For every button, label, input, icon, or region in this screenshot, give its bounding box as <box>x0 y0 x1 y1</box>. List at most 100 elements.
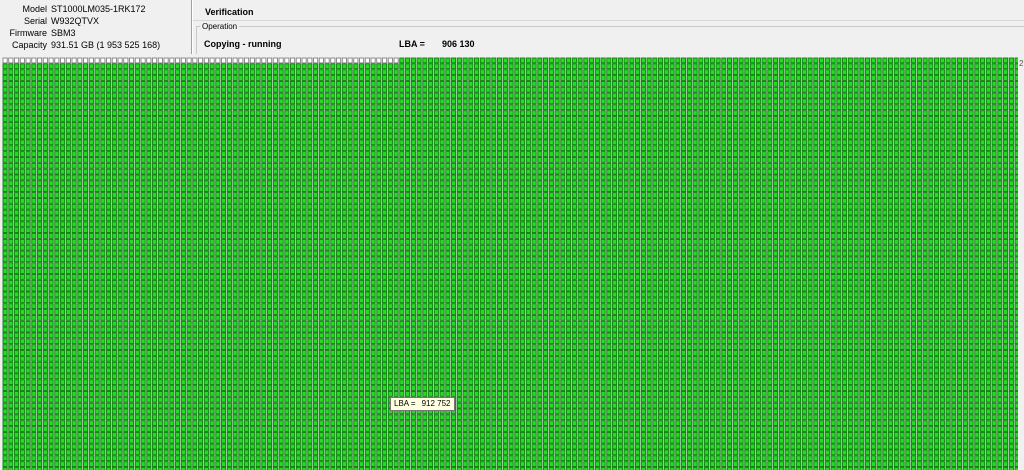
block-read-ok[interactable] <box>468 57 474 64</box>
block-read-ok[interactable] <box>675 139 681 146</box>
block-read-ok[interactable] <box>830 186 836 193</box>
block-read-ok[interactable] <box>77 139 83 146</box>
block-read-ok[interactable] <box>301 151 307 157</box>
block-read-ok[interactable] <box>353 104 359 111</box>
block-read-ok[interactable] <box>267 133 273 140</box>
block-read-ok[interactable] <box>882 174 888 181</box>
block-read-ok[interactable] <box>681 215 687 222</box>
block-read-ok[interactable] <box>606 162 612 169</box>
block-read-ok[interactable] <box>974 192 980 198</box>
block-read-ok[interactable] <box>824 80 830 87</box>
block-read-ok[interactable] <box>71 121 77 128</box>
block-read-ok[interactable] <box>502 197 508 204</box>
block-read-ok[interactable] <box>709 151 715 157</box>
block-read-ok[interactable] <box>508 174 514 181</box>
block-read-ok[interactable] <box>284 215 290 222</box>
block-read-ok[interactable] <box>445 209 451 216</box>
block-read-ok[interactable] <box>387 215 393 222</box>
block-read-ok[interactable] <box>65 75 71 81</box>
block-read-ok[interactable] <box>945 139 951 146</box>
block-read-ok[interactable] <box>508 116 514 122</box>
block-read-ok[interactable] <box>612 174 618 181</box>
block-read-ok[interactable] <box>836 186 842 193</box>
block-read-ok[interactable] <box>134 174 140 181</box>
block-read-ok[interactable] <box>767 127 773 134</box>
block-read-ok[interactable] <box>175 168 181 175</box>
block-read-ok[interactable] <box>1008 174 1014 181</box>
block-read-ok[interactable] <box>617 215 623 222</box>
block-read-ok[interactable] <box>750 168 756 175</box>
block-read-ok[interactable] <box>669 104 675 111</box>
block-read-ok[interactable] <box>698 192 704 198</box>
block-read-ok[interactable] <box>445 92 451 99</box>
block-read-ok[interactable] <box>364 116 370 122</box>
block-read-ok[interactable] <box>261 116 267 122</box>
block-read-ok[interactable] <box>152 145 158 152</box>
block-read-ok[interactable] <box>439 104 445 111</box>
block-read-ok[interactable] <box>635 92 641 99</box>
block-read-ok[interactable] <box>709 110 715 117</box>
block-read-ok[interactable] <box>238 197 244 204</box>
block-read-ok[interactable] <box>255 151 261 157</box>
block-read-ok[interactable] <box>732 127 738 134</box>
block-read-ok[interactable] <box>594 151 600 157</box>
block-read-ok[interactable] <box>474 174 480 181</box>
block-read-ok[interactable] <box>54 180 60 187</box>
block-read-ok[interactable] <box>669 156 675 163</box>
block-read-ok[interactable] <box>934 203 940 210</box>
block-read-ok[interactable] <box>456 156 462 163</box>
block-read-ok[interactable] <box>370 209 376 216</box>
block-read-ok[interactable] <box>635 75 641 81</box>
block-read-ok[interactable] <box>865 162 871 169</box>
block-read-ok[interactable] <box>244 197 250 204</box>
block-read-ok[interactable] <box>416 86 422 93</box>
block-read-ok[interactable] <box>301 209 307 216</box>
block-read-ok[interactable] <box>692 116 698 122</box>
block-read-ok[interactable] <box>410 186 416 193</box>
block-read-ok[interactable] <box>980 133 986 140</box>
block-read-ok[interactable] <box>870 168 876 175</box>
block-read-ok[interactable] <box>905 139 911 146</box>
block-read-ok[interactable] <box>353 75 359 81</box>
block-read-ok[interactable] <box>238 139 244 146</box>
block-read-ok[interactable] <box>37 69 43 76</box>
block-read-ok[interactable] <box>474 203 480 210</box>
block-read-ok[interactable] <box>244 180 250 187</box>
block-read-ok[interactable] <box>916 121 922 128</box>
block-read-ok[interactable] <box>416 80 422 87</box>
block-read-ok[interactable] <box>951 174 957 181</box>
block-read-ok[interactable] <box>847 69 853 76</box>
block-read-ok[interactable] <box>117 197 123 204</box>
block-read-ok[interactable] <box>301 104 307 111</box>
block-read-ok[interactable] <box>560 151 566 157</box>
block-read-ok[interactable] <box>221 110 227 117</box>
block-read-ok[interactable] <box>813 180 819 187</box>
block-read-ok[interactable] <box>1003 127 1009 134</box>
block-read-ok[interactable] <box>796 92 802 99</box>
block-read-ok[interactable] <box>83 69 89 76</box>
block-read-ok[interactable] <box>842 180 848 187</box>
block-read-ok[interactable] <box>635 86 641 93</box>
block-read-ok[interactable] <box>88 104 94 111</box>
block-read-ok[interactable] <box>60 180 66 187</box>
block-read-ok[interactable] <box>698 86 704 93</box>
block-read-ok[interactable] <box>353 168 359 175</box>
block-read-ok[interactable] <box>767 75 773 81</box>
block-read-ok[interactable] <box>60 92 66 99</box>
block-read-ok[interactable] <box>606 145 612 152</box>
block-read-ok[interactable] <box>623 116 629 122</box>
block-read-ok[interactable] <box>629 168 635 175</box>
block-read-ok[interactable] <box>456 197 462 204</box>
block-read-ok[interactable] <box>290 127 296 134</box>
block-read-ok[interactable] <box>554 86 560 93</box>
block-read-ok[interactable] <box>589 174 595 181</box>
block-read-ok[interactable] <box>1014 127 1018 134</box>
block-read-ok[interactable] <box>140 110 146 117</box>
block-read-ok[interactable] <box>738 127 744 134</box>
block-read-ok[interactable] <box>198 80 204 87</box>
block-read-ok[interactable] <box>560 92 566 99</box>
block-read-ok[interactable] <box>364 86 370 93</box>
block-read-ok[interactable] <box>163 69 169 76</box>
block-read-ok[interactable] <box>416 168 422 175</box>
block-read-ok[interactable] <box>497 57 503 64</box>
